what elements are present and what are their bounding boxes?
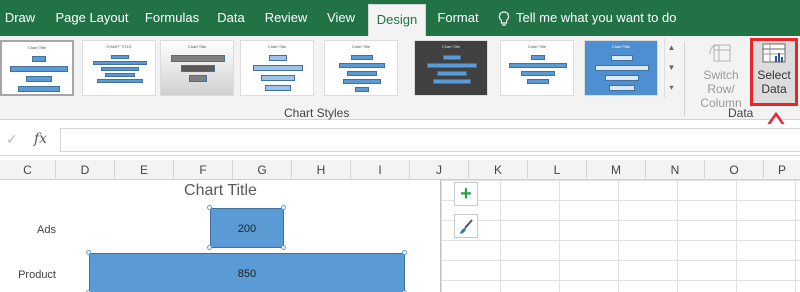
chart-style-3[interactable]: Chart Title [160, 40, 234, 96]
chart-styles-button[interactable] [454, 214, 478, 238]
style-thumb-title: Chart Title [187, 44, 207, 49]
column-header-l[interactable]: L [528, 160, 587, 180]
column-header-k[interactable]: K [469, 160, 528, 180]
column-header-n[interactable]: N [646, 160, 705, 180]
selection-handle[interactable] [281, 245, 287, 250]
column-header-i[interactable]: I [351, 160, 410, 180]
chevron-up-icon[interactable]: ▲ [665, 38, 678, 58]
chart-style-8[interactable]: Chart Title [584, 40, 658, 96]
plus-icon: + [460, 183, 472, 205]
column-header-d[interactable]: D [56, 160, 115, 180]
selection-handle[interactable] [402, 250, 408, 255]
style-thumb-title: Chart Title [267, 44, 287, 49]
switch-row-column-icon [709, 44, 731, 62]
selection-handle[interactable] [281, 205, 287, 210]
lightbulb-icon [498, 10, 510, 26]
style-thumb-title: Chart Title [27, 45, 47, 50]
category-label-ads: Ads [37, 224, 56, 236]
check-icon[interactable]: ✓ [6, 131, 18, 148]
data-group-label: Data [728, 106, 754, 120]
formula-bar-controls: ✓ fx [0, 128, 60, 152]
tab-review[interactable]: Review [260, 0, 312, 36]
selection-handle[interactable] [206, 205, 212, 210]
select-data-icon [762, 43, 786, 63]
column-header-e[interactable]: E [115, 160, 174, 180]
column-header-c[interactable]: C [0, 160, 56, 180]
category-label-product: Product [18, 269, 56, 281]
ribbon-body: Chart Title CHART TITLE Chart Title Char… [0, 36, 800, 120]
column-header-o[interactable]: O [705, 160, 764, 180]
column-header-j[interactable]: J [410, 160, 469, 180]
formula-input[interactable] [60, 128, 800, 152]
fx-icon[interactable]: fx [34, 131, 47, 147]
chart-area[interactable]: Chart Title Ads Product 200 850 [0, 180, 441, 292]
column-header-f[interactable]: F [174, 160, 233, 180]
group-divider [684, 42, 685, 116]
tab-view[interactable]: View [322, 0, 360, 36]
formula-bar: ✓ fx [0, 124, 800, 156]
chart-style-2[interactable]: CHART TITLE [82, 40, 156, 96]
chart-style-1[interactable]: Chart Title [0, 40, 74, 96]
more-icon[interactable]: ▾ [665, 78, 678, 98]
switch-row-column-label: Switch Row/ Column [700, 68, 742, 110]
column-header-h[interactable]: H [292, 160, 351, 180]
ribbon-tab-bar: Draw Page Layout Formulas Data Review Vi… [0, 0, 800, 36]
tab-formulas[interactable]: Formulas [140, 0, 204, 36]
column-header-g[interactable]: G [233, 160, 292, 180]
bar-ads[interactable]: 200 [209, 208, 285, 248]
switch-row-column-button[interactable]: Switch Row/ Column [690, 40, 752, 110]
chart-elements-button[interactable]: + [454, 182, 478, 206]
tab-draw[interactable]: Draw [0, 0, 40, 36]
style-thumb-title: Chart Title [611, 44, 631, 49]
selection-handle[interactable] [85, 250, 91, 255]
selection-handle[interactable] [206, 245, 212, 250]
tell-me-text: Tell me what you want to do [516, 10, 677, 25]
style-thumb-title: Chart Title [351, 44, 371, 49]
style-thumb-title: Chart Title [441, 44, 461, 49]
style-thumb-title: Chart Title [527, 44, 547, 49]
style-thumb-title: CHART TITLE [106, 44, 132, 49]
chart-title[interactable]: Chart Title [0, 182, 441, 200]
chevron-down-icon[interactable]: ▼ [665, 58, 678, 78]
tab-data[interactable]: Data [212, 0, 250, 36]
chart-styles-group-label: Chart Styles [284, 106, 350, 120]
column-headers: C D E F G H I J K L M N O P [0, 160, 800, 180]
tab-design[interactable]: Design [368, 4, 426, 36]
gallery-scroll[interactable]: ▲ ▼ ▾ [664, 38, 678, 98]
chart-style-4[interactable]: Chart Title [240, 40, 314, 96]
tell-me-search[interactable]: Tell me what you want to do [498, 0, 676, 36]
select-data-label: Select Data [757, 68, 791, 96]
bar-product[interactable]: 850 [88, 253, 406, 292]
tab-format[interactable]: Format [432, 0, 484, 36]
column-header-p[interactable]: P [764, 160, 800, 180]
column-header-m[interactable]: M [587, 160, 646, 180]
data-label-product: 850 [237, 268, 257, 280]
select-data-button[interactable]: Select Data [750, 38, 798, 106]
data-label-ads: 200 [237, 223, 257, 235]
paintbrush-icon [460, 219, 473, 234]
chart-style-7[interactable]: Chart Title [500, 40, 574, 96]
chart-style-5[interactable]: Chart Title [324, 40, 398, 96]
chart-style-6[interactable]: Chart Title [414, 40, 488, 96]
tab-page-layout[interactable]: Page Layout [52, 0, 132, 36]
